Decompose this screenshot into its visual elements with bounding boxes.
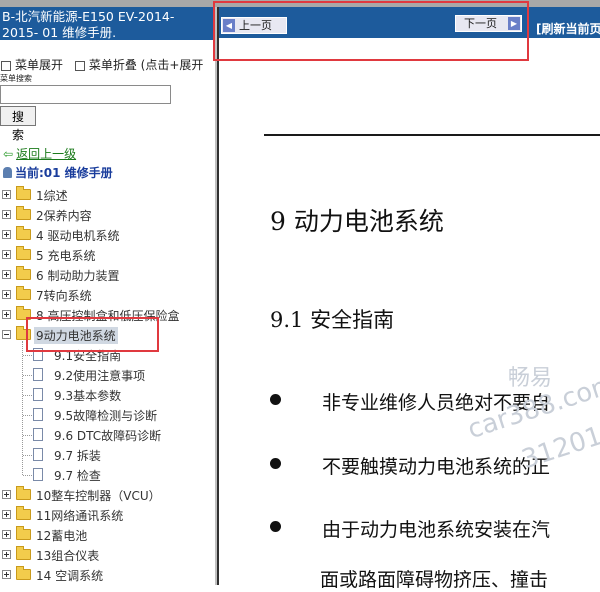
tree-item-label: 4 驱动电机系统 [36, 229, 120, 243]
folder-icon [16, 266, 31, 280]
expand-toggle-icon[interactable] [2, 210, 11, 219]
tree-item-label: 7转向系统 [36, 289, 92, 303]
sidebar-title-line2: 2015- 01 维修手册. [2, 25, 117, 40]
expand-toggle-icon[interactable] [2, 550, 11, 559]
sidebar: B-北汽新能源-E150 EV-2014- 2015- 01 维修手册. 菜单展… [0, 7, 215, 585]
tree-subitem-label: 9.5故障检测与诊断 [54, 409, 158, 423]
expand-toggle-icon[interactable] [2, 190, 11, 199]
document-icon [33, 388, 43, 401]
refresh-link[interactable]: [刷新当前页 [536, 20, 600, 37]
document-icon [33, 468, 43, 481]
expand-toggle-icon[interactable] [2, 490, 11, 499]
tree-item-label: 12蓄电池 [36, 529, 88, 543]
bullet-text: 由于动力电池系统安装在汽 [322, 519, 551, 541]
bullet-icon [270, 458, 281, 469]
collapse-icon [74, 60, 85, 71]
tree-subitem-label: 9.7 检查 [54, 469, 101, 483]
expand-toggle-icon[interactable] [2, 510, 11, 519]
folder-icon [16, 486, 31, 500]
folder-icon [16, 546, 31, 560]
search-button[interactable]: 搜索 [0, 106, 36, 142]
expand-toggle-icon[interactable] [2, 230, 11, 239]
tree-item-label: 1综述 [36, 189, 68, 203]
tree-subitem-label: 9.2使用注意事项 [54, 369, 146, 383]
tree-subitem-label: 9.3基本参数 [54, 389, 122, 403]
menu-collapse-link[interactable]: 菜单折叠 (点击+展开 [89, 58, 204, 72]
tree-guide-line [23, 375, 32, 376]
document-icon [33, 368, 43, 381]
tree-item-label: 11网络通讯系统 [36, 509, 124, 523]
highlight-box-nav [213, 1, 529, 61]
bullet-text: 非专业维修人员绝对不要自 [322, 392, 551, 414]
folder-icon [16, 246, 31, 260]
tree-item-label: 13组合仪表 [36, 549, 100, 563]
continuation-text: 面或路面障碍物挤压、撞击 [320, 569, 549, 591]
sidebar-title-line1: B-北汽新能源-E150 EV-2014- [2, 9, 175, 24]
header-rule [264, 134, 600, 136]
menu-expand-link[interactable]: 菜单展开 [15, 58, 63, 72]
expand-toggle-icon[interactable] [2, 290, 11, 299]
current-location: 当前:01 维修手册 [3, 164, 113, 181]
document-icon [33, 408, 43, 421]
document-icon [33, 448, 43, 461]
section-title: 9.1 安全指南 [270, 308, 395, 332]
tree-item-label: 2保养内容 [36, 209, 92, 223]
frame-border [217, 7, 219, 585]
tree-guide-line [23, 475, 32, 476]
folder-icon [16, 206, 31, 220]
tree-guide-line [23, 395, 32, 396]
menu-controls: 菜单展开 菜单折叠 (点击+展开 [0, 56, 203, 73]
back-link[interactable]: ⇦ 返回上一级 [3, 145, 76, 162]
bullet-text: 不要触摸动力电池系统的正 [322, 456, 551, 478]
tree-guide-line [23, 355, 32, 356]
tree-item-label: 10整车控制器（VCU） [36, 489, 161, 503]
expand-icon [1, 60, 11, 71]
tree-item-label: 5 充电系统 [36, 249, 96, 263]
collapse-toggle-icon[interactable] [2, 330, 11, 339]
user-icon [3, 167, 12, 178]
expand-toggle-icon[interactable] [2, 310, 11, 319]
folder-icon [16, 506, 31, 520]
expand-toggle-icon[interactable] [2, 530, 11, 539]
tree-subitem-label: 9.7 拆装 [54, 449, 101, 463]
folder-icon [16, 226, 31, 240]
expand-toggle-icon[interactable] [2, 270, 11, 279]
document-icon [33, 428, 43, 441]
tree-guide-line [23, 455, 32, 456]
expand-toggle-icon[interactable] [2, 570, 11, 579]
sidebar-title: B-北汽新能源-E150 EV-2014- 2015- 01 维修手册. [0, 7, 215, 40]
search-label: 菜单搜索 [0, 74, 32, 83]
folder-icon [16, 286, 31, 300]
expand-toggle-icon[interactable] [2, 250, 11, 259]
tree-guide-line [23, 435, 32, 436]
highlight-box-menu [26, 317, 159, 352]
bullet-icon [270, 394, 281, 405]
current-label: 当前:01 维修手册 [15, 166, 113, 180]
tree-item-label: 14 空调系统 [36, 569, 104, 583]
folder-icon [16, 526, 31, 540]
bullet-icon [270, 521, 281, 532]
tree-subitem-label: 9.6 DTC故障码诊断 [54, 429, 162, 443]
tree-item-label: 6 制动助力装置 [36, 269, 120, 283]
tree-guide-line [23, 415, 32, 416]
back-label: 返回上一级 [16, 147, 77, 161]
folder-icon [16, 566, 31, 580]
search-input[interactable] [0, 85, 171, 104]
chapter-title: 9 动力电池系统 [270, 207, 444, 236]
folder-icon [16, 186, 31, 200]
back-arrow-icon: ⇦ [3, 147, 14, 161]
